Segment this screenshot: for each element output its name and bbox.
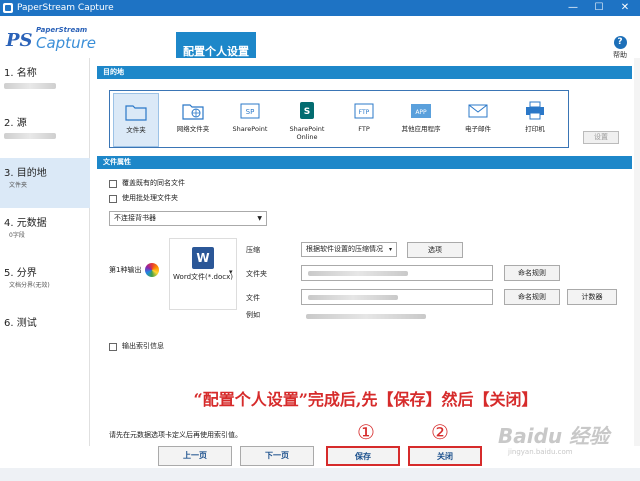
- maximize-button[interactable]: ☐: [586, 0, 612, 16]
- dest-sharepoint-online[interactable]: S SharePoint Online: [284, 93, 330, 147]
- destination-settings-button[interactable]: 设置: [583, 131, 619, 144]
- window-title: PaperStream Capture: [17, 3, 114, 13]
- endorser-select[interactable]: 不连接背书器 ▼: [109, 211, 267, 226]
- folder-path-input[interactable]: [301, 265, 493, 281]
- annotation-instruction: “配置个人设置”完成后,先【保存】然后【关闭】: [193, 390, 538, 409]
- scrollbar[interactable]: [634, 58, 640, 446]
- marker-one: ①: [357, 420, 375, 444]
- index-output-checkbox[interactable]: [109, 343, 117, 351]
- file-format-picker[interactable]: W Word文件(*.docx): [169, 238, 237, 310]
- metadata-note: 请先在元数据选项卡定义后再使用索引值。: [109, 431, 242, 439]
- marker-two: ②: [431, 420, 449, 444]
- options-button[interactable]: 选项: [407, 242, 463, 258]
- sharepoint-online-icon: S: [300, 102, 314, 119]
- dest-other-app[interactable]: APP 其他应用程序: [398, 93, 444, 147]
- sidebar-item-destination[interactable]: 3. 目的地 文件夹: [0, 158, 90, 208]
- dest-email[interactable]: 电子邮件: [455, 93, 501, 147]
- app-icon: [3, 3, 13, 13]
- overwrite-checkbox[interactable]: [109, 180, 117, 188]
- file-naming-rule-button[interactable]: 命名规则: [504, 289, 560, 305]
- sidebar-item-name[interactable]: 1. 名称: [0, 58, 90, 108]
- help-button[interactable]: ? 帮助: [608, 36, 632, 60]
- footer-strip: [0, 468, 640, 481]
- dest-network-folder[interactable]: 网络文件夹: [170, 93, 216, 147]
- blurred-text: [4, 83, 56, 89]
- sidebar-item-metadata[interactable]: 4. 元数据 0字段: [0, 208, 90, 258]
- file-name-input[interactable]: [301, 289, 493, 305]
- example-value: [306, 314, 426, 319]
- close-window-button[interactable]: ✕: [612, 0, 638, 16]
- title-bar: PaperStream Capture — ☐ ✕: [0, 0, 640, 16]
- svg-text:S: S: [304, 107, 310, 117]
- dest-sharepoint[interactable]: SP SharePoint: [227, 93, 273, 147]
- word-icon: W: [192, 247, 214, 269]
- network-folder-icon: [182, 104, 204, 120]
- dest-folder[interactable]: 文件夹: [113, 93, 159, 147]
- svg-text:FTP: FTP: [359, 109, 370, 116]
- chevron-down-icon: ▾: [388, 246, 392, 253]
- folder-naming-rule-button[interactable]: 命名规则: [504, 265, 560, 281]
- color-mode-icon: [145, 263, 159, 277]
- overwrite-label: 覆盖既有的同名文件: [122, 179, 185, 187]
- chevron-down-icon: ▼: [257, 215, 262, 222]
- batch-folder-label: 使用批处理文件夹: [122, 194, 178, 202]
- main-panel: 目的地 文件夹 网络文件夹 SP SharePoint S SharePoint…: [91, 58, 640, 446]
- destination-picker: 文件夹 网络文件夹 SP SharePoint S SharePoint Onl…: [109, 90, 569, 148]
- blurred-text: [4, 133, 56, 139]
- counter-button[interactable]: 计数器: [567, 289, 617, 305]
- folder-label: 文件夹: [246, 270, 267, 278]
- sharepoint-icon: SP: [240, 103, 260, 119]
- svg-text:APP: APP: [415, 109, 427, 116]
- email-icon: [468, 104, 488, 118]
- app-icon: APP: [411, 104, 431, 118]
- sidebar-item-test[interactable]: 6. 测试: [0, 308, 90, 358]
- batch-folder-checkbox[interactable]: [109, 195, 117, 203]
- ftp-icon: FTP: [354, 103, 374, 119]
- section-file-properties: 文件属性: [97, 156, 632, 169]
- minimize-button[interactable]: —: [560, 0, 586, 16]
- sidebar-item-separation[interactable]: 5. 分界 文档分界(无效): [0, 258, 90, 308]
- example-label: 例如: [246, 311, 260, 319]
- compress-select[interactable]: 根据软件设置的压缩情况 ▾: [301, 242, 397, 257]
- section-destination: 目的地: [97, 66, 632, 79]
- output-label: 第1种输出: [109, 266, 142, 274]
- file-label: 文件: [246, 294, 260, 302]
- paperstream-logo: PS PaperStream Capture: [6, 26, 96, 52]
- next-page-button[interactable]: 下一页: [240, 446, 314, 466]
- wizard-steps-sidebar: 1. 名称 2. 源 3. 目的地 文件夹 4. 元数据 0字段 5. 分界 文…: [0, 58, 90, 466]
- help-icon: ?: [613, 36, 627, 49]
- svg-text:SP: SP: [246, 108, 255, 116]
- close-button[interactable]: 关闭: [408, 446, 482, 466]
- folder-icon: [125, 105, 147, 121]
- format-dropdown-icon[interactable]: ▾: [229, 268, 233, 277]
- baidu-watermark: Baidu 经验 jingyan.baidu.com: [498, 424, 610, 456]
- compress-label: 压缩: [246, 246, 260, 254]
- save-button[interactable]: 保存: [326, 446, 400, 466]
- dest-printer[interactable]: 打印机: [512, 93, 558, 147]
- prev-page-button[interactable]: 上一页: [158, 446, 232, 466]
- header: PS PaperStream Capture 配置个人设置 ? 帮助: [0, 16, 640, 72]
- sidebar-item-source[interactable]: 2. 源: [0, 108, 90, 158]
- index-output-label: 输出索引信息: [122, 342, 164, 350]
- printer-icon: [526, 101, 544, 120]
- dest-ftp[interactable]: FTP FTP: [341, 93, 387, 147]
